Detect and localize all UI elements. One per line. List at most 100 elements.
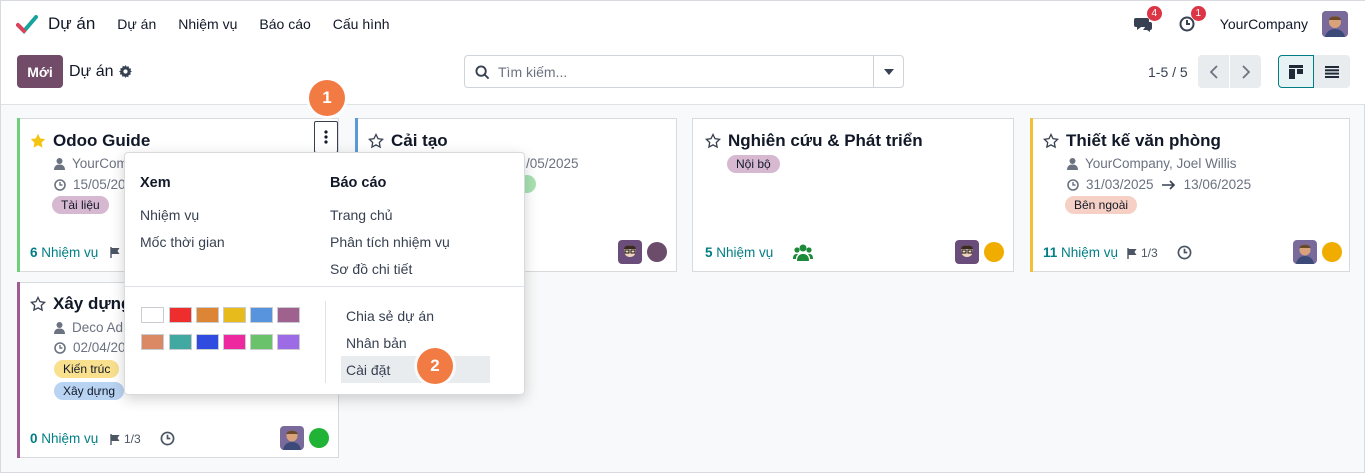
assignee-avatar (618, 240, 642, 264)
app-name[interactable]: Dự án (48, 14, 95, 34)
star-outline-icon[interactable] (368, 133, 384, 149)
activity-clock-icon[interactable] (1177, 245, 1192, 260)
card-tasks-count[interactable]: 5 Nhiệm vụ (705, 245, 773, 260)
search-bar: Tìm kiếm... (464, 55, 904, 88)
card-milestones: 1/3 (1127, 246, 1158, 260)
card-color-bar (17, 118, 20, 272)
star-outline-icon[interactable] (1043, 133, 1059, 149)
color-swatch[interactable] (250, 334, 273, 350)
color-swatch[interactable] (169, 334, 192, 350)
tag-documentation: Tài liệu (52, 196, 109, 214)
card-date: 02/04/20 (54, 340, 126, 355)
menu-report-burndown[interactable]: Sơ đồ chi tiết (330, 261, 412, 277)
user-icon (1067, 157, 1078, 170)
color-swatch[interactable] (223, 334, 246, 350)
new-button[interactable]: Mới (17, 55, 63, 88)
menu-projects[interactable]: Dự án (117, 16, 156, 32)
pager-previous-button[interactable] (1198, 55, 1229, 88)
menu-duplicate[interactable]: Nhân bản (346, 335, 407, 351)
card-customer: Deco Ad (54, 320, 123, 335)
project-app-icon[interactable] (16, 13, 38, 35)
card-tasks-count[interactable]: 6 Nhiệm vụ (30, 245, 98, 260)
pager-next-button[interactable] (1230, 55, 1261, 88)
card-title: Cải tạo (391, 131, 448, 150)
activities-badge: 1 (1190, 6, 1206, 21)
card-tasks-count[interactable]: 11 Nhiệm vụ (1043, 245, 1118, 260)
project-card-office-design[interactable]: Thiết kế văn phòng YourCompany, Joel Wil… (1030, 118, 1350, 272)
list-view-button[interactable] (1314, 55, 1350, 88)
search-icon (475, 65, 490, 80)
color-swatch[interactable] (196, 334, 219, 350)
assignee-avatar (955, 240, 979, 264)
tag-internal: Nội bộ (727, 155, 780, 173)
color-swatch[interactable] (277, 307, 300, 323)
messages-button[interactable]: 4 (1132, 6, 1162, 35)
menu-view-milestones[interactable]: Mốc thời gian (140, 234, 225, 250)
user-icon (54, 157, 65, 170)
assignee-avatar (280, 426, 304, 450)
clock-icon (54, 341, 66, 354)
card-milestones: 1/3 (110, 432, 141, 446)
color-swatch[interactable] (277, 334, 300, 350)
assignee-avatar (1293, 240, 1317, 264)
card-title: Odoo Guide (53, 131, 151, 150)
menu-report-dashboard[interactable]: Trang chủ (330, 207, 393, 223)
report-section-header: Báo cáo (330, 175, 387, 191)
company-switcher[interactable]: YourCompany (1220, 16, 1308, 32)
status-dot[interactable] (647, 242, 667, 262)
user-avatar[interactable] (1322, 11, 1348, 37)
view-section-header: Xem (140, 175, 171, 191)
menu-share-project[interactable]: Chia sẻ dự án (346, 308, 434, 324)
tag-architecture: Kiến trúc (54, 360, 120, 378)
pager-value[interactable]: 1-5 / 5 (1148, 64, 1188, 80)
breadcrumb: Dự án (69, 63, 114, 80)
color-swatch[interactable] (196, 307, 219, 323)
card-date: 15/05/20 (54, 177, 126, 192)
navbar-systray: 4 1 YourCompany (1132, 1, 1348, 47)
color-swatch[interactable] (250, 307, 273, 323)
app-frame: Dự án Dự án Nhiệm vụ Báo cáo Cấu hình 4 … (0, 0, 1365, 473)
star-filled-icon[interactable] (30, 133, 46, 149)
clock-icon (1067, 178, 1079, 191)
flag-icon (1127, 247, 1137, 259)
status-dot[interactable] (1322, 242, 1342, 262)
tag-external: Bên ngoài (1065, 196, 1138, 214)
menu-configuration[interactable]: Cấu hình (333, 16, 390, 32)
card-customer: YourCom (54, 156, 128, 171)
flag-icon (110, 247, 120, 258)
activities-button[interactable]: 1 (1176, 6, 1206, 35)
status-dot[interactable] (984, 242, 1004, 262)
menu-tasks[interactable]: Nhiệm vụ (178, 16, 237, 32)
color-swatch[interactable] (141, 307, 164, 323)
search-input[interactable]: Tìm kiếm... (498, 64, 567, 80)
star-outline-icon[interactable] (30, 296, 46, 312)
gear-icon[interactable] (119, 65, 132, 78)
card-date-end: /05/2025 (526, 156, 579, 171)
card-tasks-count[interactable]: 0 Nhiệm vụ (30, 431, 98, 446)
menu-settings[interactable]: Cài đặt (346, 362, 390, 378)
project-card-rnd[interactable]: Nghiên cứu & Phát triển Nội bộ 5 Nhiệm v… (692, 118, 1014, 272)
chevron-right-icon (1241, 64, 1250, 79)
messages-badge: 4 (1146, 6, 1162, 21)
menu-view-tasks[interactable]: Nhiệm vụ (140, 207, 199, 223)
card-menu-button[interactable] (314, 121, 338, 153)
star-outline-icon[interactable] (705, 133, 721, 149)
menu-reporting[interactable]: Báo cáo (259, 16, 310, 32)
status-dot[interactable] (309, 428, 329, 448)
color-swatch[interactable] (141, 334, 164, 350)
kanban-view-button[interactable] (1278, 55, 1314, 88)
menu-report-task-analysis[interactable]: Phân tích nhiệm vụ (330, 234, 450, 250)
users-icon (793, 244, 813, 261)
color-swatch[interactable] (223, 307, 246, 323)
card-title: Nghiên cứu & Phát triển (728, 131, 923, 150)
caret-down-icon (883, 68, 894, 75)
card-settings-dropdown: Xem Nhiệm vụ Mốc thời gian Báo cáo Trang… (124, 152, 526, 395)
user-icon (54, 321, 65, 334)
chevron-left-icon (1209, 64, 1218, 79)
tag-construction: Xây dựng (54, 382, 125, 400)
activity-clock-icon[interactable] (160, 431, 175, 446)
search-options-toggle[interactable] (873, 56, 903, 87)
card-customer: YourCompany, Joel Willis (1067, 156, 1237, 171)
color-swatch[interactable] (169, 307, 192, 323)
kanban-icon (1289, 64, 1303, 79)
